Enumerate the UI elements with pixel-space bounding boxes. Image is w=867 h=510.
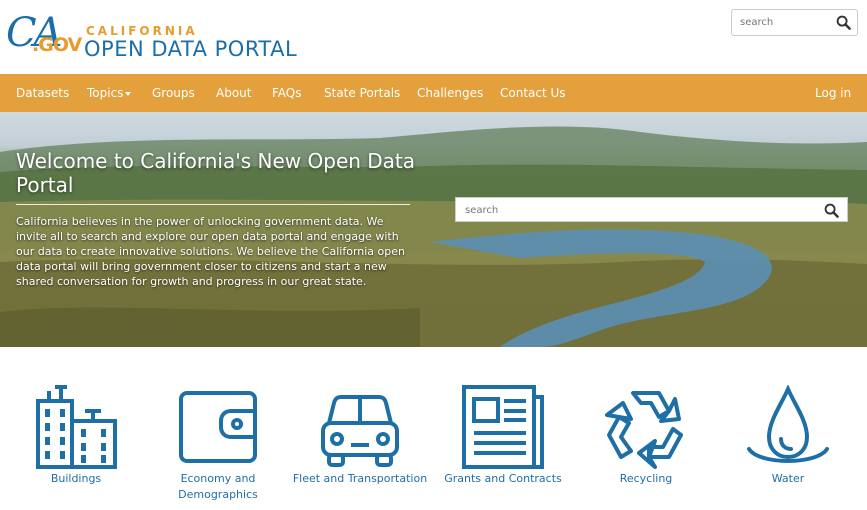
topic-label: Water (771, 472, 805, 485)
nav-about[interactable]: About (216, 74, 251, 112)
caret-down-icon (125, 91, 132, 96)
logo-state-text: CALIFORNIA (86, 24, 198, 38)
hero-divider (16, 204, 410, 205)
hero-search (455, 197, 848, 222)
logo-portal-title: OPEN DATA PORTAL (84, 37, 298, 61)
topic-label: Economy and Demographics (178, 472, 258, 501)
main-nav: Datasets Topics Groups About FAQs State … (0, 74, 867, 112)
nav-groups[interactable]: Groups (152, 74, 195, 112)
buildings-icon (36, 385, 117, 469)
topic-label: Buildings (50, 472, 102, 485)
login-link[interactable]: Log in (815, 74, 851, 112)
water-drop-icon (747, 385, 829, 463)
topic-buildings[interactable]: Buildings (5, 385, 147, 487)
topics-section: Buildings Economy and Demographics Fleet… (0, 347, 867, 510)
nav-faqs[interactable]: FAQs (272, 74, 302, 112)
hero-banner: Welcome to California's New Open Data Po… (0, 112, 867, 347)
topic-grants-contracts[interactable]: Grants and Contracts (432, 385, 574, 487)
topic-label: Grants and Contracts (444, 472, 562, 485)
nav-topics[interactable]: Topics (87, 74, 132, 112)
nav-topics-label: Topics (87, 86, 124, 100)
nav-challenges[interactable]: Challenges (417, 74, 483, 112)
topic-economy-demographics[interactable]: Economy and Demographics (147, 385, 289, 503)
car-icon (321, 395, 399, 467)
hero-search-input[interactable] (456, 199, 806, 222)
topic-label: Recycling (619, 472, 673, 485)
wallet-icon (179, 391, 257, 463)
search-icon[interactable] (836, 15, 851, 34)
nav-contact-us[interactable]: Contact Us (500, 74, 566, 112)
header-search-input[interactable] (732, 10, 832, 35)
header-search (731, 9, 858, 36)
topic-fleet-transportation[interactable]: Fleet and Transportation (289, 385, 431, 487)
topic-water[interactable]: Water (717, 385, 859, 487)
search-icon[interactable] (824, 203, 839, 222)
topic-recycling[interactable]: Recycling (575, 385, 717, 487)
newspaper-icon (462, 385, 544, 469)
site-header: CA .GOV CALIFORNIA OPEN DATA PORTAL (0, 0, 867, 74)
logo-gov-text: .GOV (32, 34, 82, 56)
recycle-icon (605, 391, 683, 469)
nav-datasets[interactable]: Datasets (16, 74, 69, 112)
hero-title: Welcome to California's New Open Data Po… (16, 149, 416, 197)
ca-gov-logo[interactable]: CA .GOV CALIFORNIA OPEN DATA PORTAL (6, 10, 326, 66)
topic-label: Fleet and Transportation (292, 472, 428, 485)
nav-state-portals[interactable]: State Portals (324, 74, 400, 112)
hero-description: California believes in the power of unlo… (16, 215, 405, 288)
